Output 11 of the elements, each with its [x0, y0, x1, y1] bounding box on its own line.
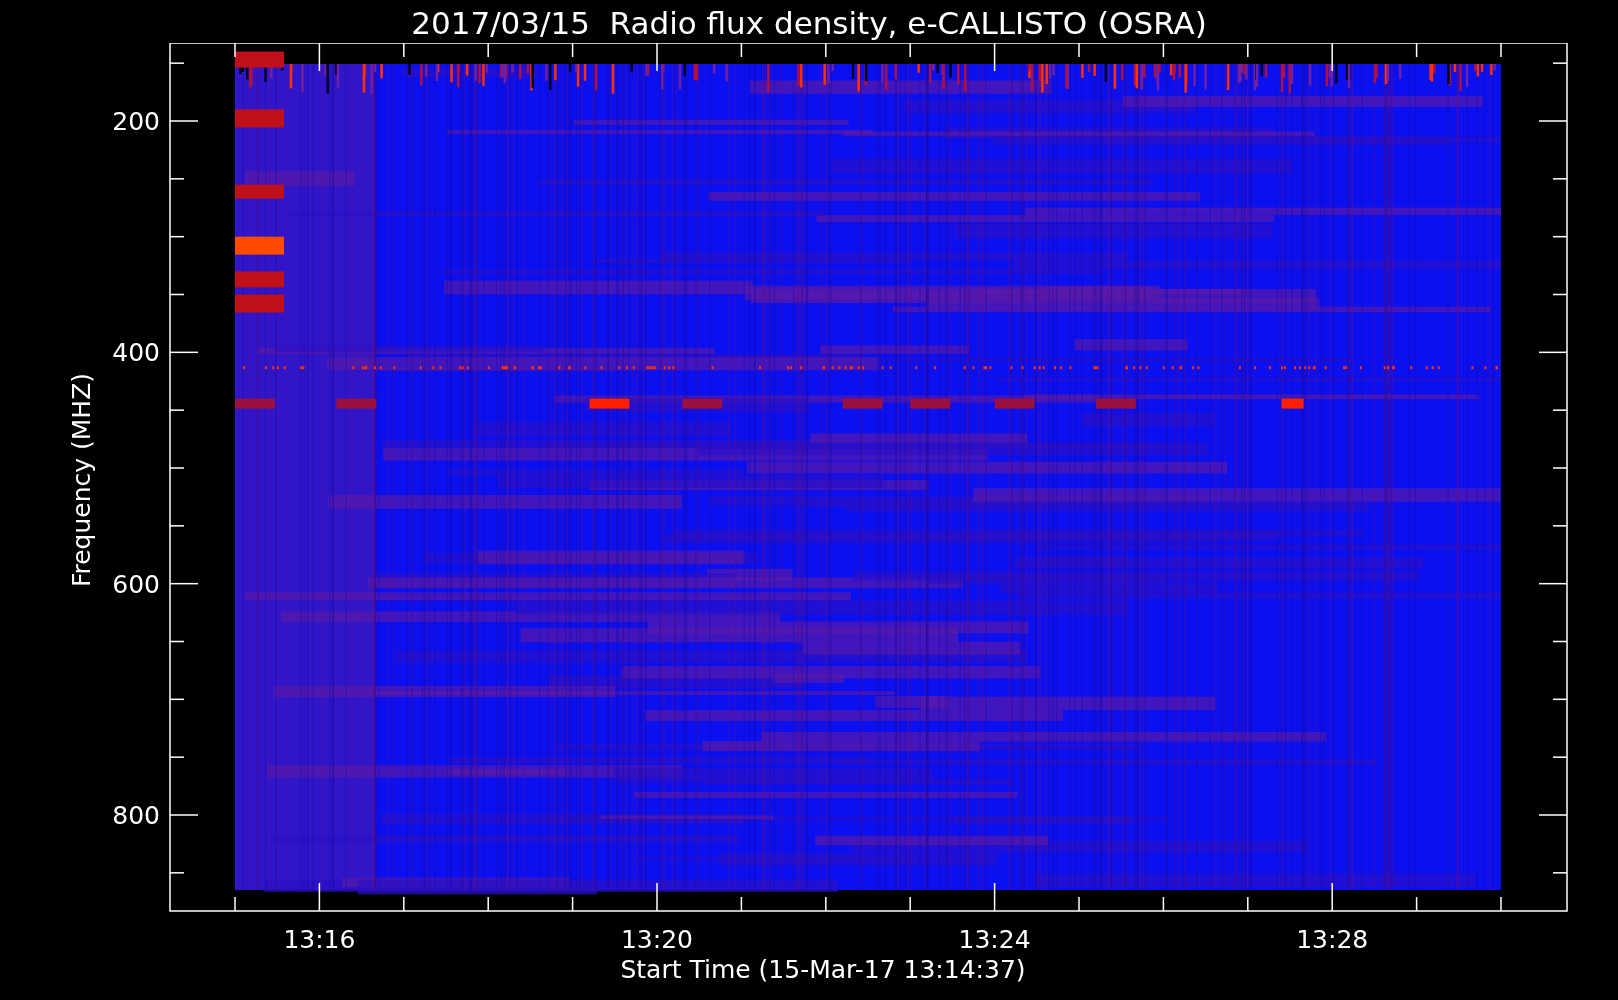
- x-tick-label: 13:24: [958, 925, 1031, 954]
- x-tick-label: 13:20: [621, 925, 693, 954]
- y-tick-label: 600: [112, 569, 160, 599]
- x-tick-label: 13:16: [283, 925, 356, 954]
- x-axis-title: Start Time (15-Mar-17 13:14:37): [620, 955, 1026, 985]
- y-tick-label: 400: [112, 338, 160, 368]
- y-tick-label: 200: [112, 107, 160, 136]
- y-tick-label: 800: [112, 801, 160, 830]
- x-tick-label: 13:28: [1296, 925, 1369, 954]
- y-axis-title: Frequency (MHZ): [67, 372, 96, 588]
- chart-title: 2017/03/15 Radio flux density, e-CALLISTO (OSRA): [411, 4, 1207, 43]
